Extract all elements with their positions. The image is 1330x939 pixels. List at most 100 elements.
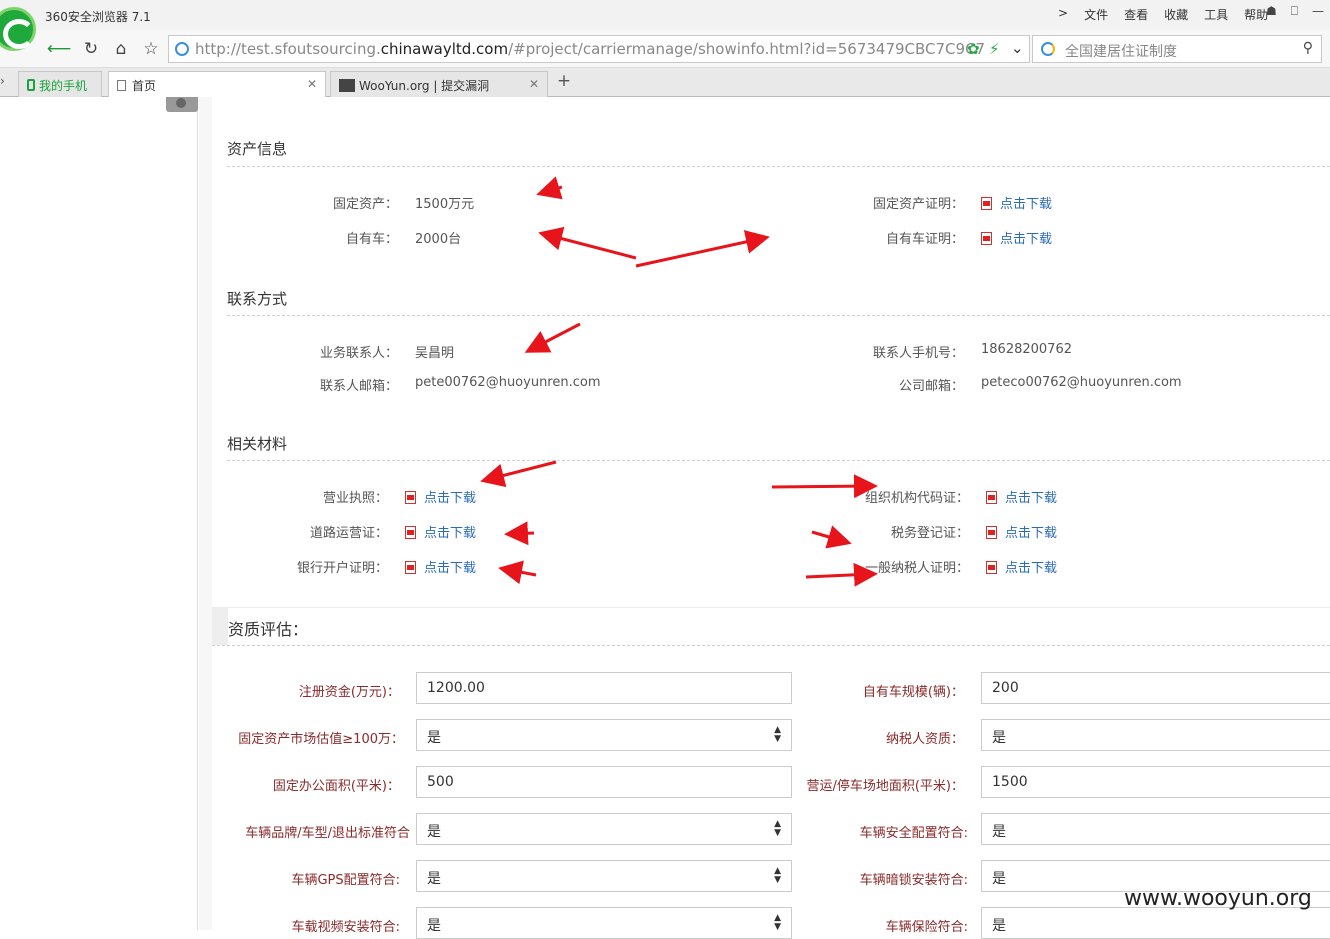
back-icon[interactable]: ⟵ xyxy=(46,36,72,62)
contact-person-label: 业务联系人： xyxy=(319,346,398,361)
taxpayer-proof-download[interactable]: 点击下载 xyxy=(986,557,1057,576)
left-sidebar xyxy=(0,97,198,930)
company-email-label: 公司邮箱： xyxy=(898,379,964,394)
office-area-label: 固定办公面积(平米)： xyxy=(272,779,400,794)
sidebar-gutter xyxy=(199,97,212,930)
watermark: www.wooyun.org xyxy=(1124,886,1312,911)
skin-icon[interactable]: ☗ xyxy=(1266,4,1277,19)
road-transport-download[interactable]: 点击下载 xyxy=(405,522,476,541)
own-vehicles-value: 2000台 xyxy=(415,232,462,247)
parking-area-input[interactable]: 1500 xyxy=(981,766,1330,798)
evaluation-header: 资质评估： xyxy=(212,607,1330,645)
org-code-label: 组织机构代码证： xyxy=(864,491,969,506)
pdf-icon xyxy=(405,491,416,504)
tab-home[interactable]: 首页 ✕ xyxy=(108,71,326,98)
tab-my-phone[interactable]: 我的手机 xyxy=(18,71,102,97)
taxpayer-qualification-label: 纳税人资质： xyxy=(885,732,964,747)
select-arrows-icon: ▲ ▼ xyxy=(774,725,781,744)
fixed-assets-market-select[interactable]: 是 ▲ ▼ xyxy=(416,719,792,751)
tab-scroll-icon[interactable]: › xyxy=(0,74,5,88)
menu-item-view[interactable]: 查看 xyxy=(1124,6,1148,23)
menu-item-file[interactable]: 文件 xyxy=(1084,6,1108,23)
vehicle-brand-select[interactable]: 是 ▲ ▼ xyxy=(416,813,792,845)
pdf-icon xyxy=(405,526,416,539)
business-license-label: 营业执照： xyxy=(322,491,388,506)
speed-mode-icon[interactable]: ⚡ xyxy=(989,40,1000,58)
tab-bar: › 我的手机 首页 ✕ WooYun.org | 提交漏洞 ✕ + xyxy=(0,68,1330,98)
taxpayer-proof-label: 一般纳税人证明： xyxy=(864,561,969,576)
fleet-size-label: 自有车规模(辆)： xyxy=(862,685,964,700)
vehicle-gps-label: 车辆GPS配置符合: xyxy=(291,873,400,888)
vehicle-safety-label: 车辆安全配置符合: xyxy=(859,826,968,841)
divider xyxy=(227,460,1330,461)
minimize-icon[interactable]: — xyxy=(1312,4,1324,19)
divider xyxy=(227,315,1330,316)
vehicle-gps-select[interactable]: 是 ▲ ▼ xyxy=(416,860,792,892)
page-icon xyxy=(117,80,126,91)
menu-item-favorites[interactable]: 收藏 xyxy=(1164,6,1188,23)
reload-icon[interactable]: ↻ xyxy=(78,36,104,62)
company-email-value: peteco00762@huoyunren.com xyxy=(981,375,1182,390)
new-tab-icon[interactable]: + xyxy=(552,71,576,97)
app-title: 360安全浏览器 7.1 xyxy=(45,10,151,24)
menu-item-help[interactable]: 帮助 xyxy=(1244,6,1268,23)
tab-wooyun[interactable]: WooYun.org | 提交漏洞 ✕ xyxy=(330,71,548,97)
contact-phone-value: 18628200762 xyxy=(981,342,1072,357)
close-icon[interactable]: ✕ xyxy=(529,77,539,91)
org-code-download[interactable]: 点击下载 xyxy=(986,487,1057,506)
tax-registration-download[interactable]: 点击下载 xyxy=(986,522,1057,541)
home-icon[interactable]: ⌂ xyxy=(108,36,134,62)
materials-section-title: 相关材料 xyxy=(227,435,288,453)
menu-arrow-icon[interactable]: > xyxy=(1058,6,1068,23)
divider xyxy=(227,166,1330,167)
divider xyxy=(212,645,1330,646)
title-bar: 360安全浏览器 7.1 > 文件 查看 收藏 工具 帮助 ☗ ⎕ — xyxy=(0,0,1330,30)
assets-section-title: 资产信息 xyxy=(227,140,288,158)
vehicle-insurance-label: 车辆保险符合: xyxy=(885,920,968,935)
vehicle-insurance-select[interactable]: 是 xyxy=(981,907,1330,939)
contact-person-value: 吴昌明 xyxy=(415,346,455,361)
fixed-assets-value: 1500万元 xyxy=(415,197,475,212)
close-icon[interactable]: ✕ xyxy=(307,77,317,91)
fixed-assets-label: 固定资产： xyxy=(332,197,398,212)
registered-capital-label: 注册资金(万元)： xyxy=(298,685,400,700)
evaluation-title: 资质评估： xyxy=(228,620,309,639)
pdf-icon xyxy=(981,232,992,245)
fleet-size-input[interactable]: 200 xyxy=(981,672,1330,704)
contact-section-title: 联系方式 xyxy=(227,290,288,308)
chevron-down-icon[interactable]: ⌄ xyxy=(1011,39,1024,57)
vehicle-video-label: 车载视频安装符合: xyxy=(291,920,400,935)
vehicle-brand-label: 车辆品牌/车型/退出标准符合 xyxy=(245,826,410,841)
own-vehicles-proof-download[interactable]: 点击下载 xyxy=(981,228,1052,247)
header-accent xyxy=(212,608,228,645)
security-icon[interactable]: ✿ xyxy=(967,40,980,58)
search-engine-icon[interactable] xyxy=(1041,42,1055,56)
collapse-handle-icon[interactable] xyxy=(166,97,198,112)
pdf-icon xyxy=(981,197,992,210)
office-area-input[interactable]: 500 xyxy=(416,766,792,798)
parking-area-label: 营运/停车场地面积(平米)： xyxy=(806,779,964,794)
vehicle-safety-select[interactable]: 是 xyxy=(981,813,1330,845)
fixed-assets-proof-download[interactable]: 点击下载 xyxy=(981,193,1052,212)
search-icon[interactable]: ⚲ xyxy=(1303,40,1313,56)
select-arrows-icon: ▲ ▼ xyxy=(774,819,781,838)
restore-icon[interactable]: ⎕ xyxy=(1291,4,1298,19)
business-license-download[interactable]: 点击下载 xyxy=(405,487,476,506)
pdf-icon xyxy=(986,491,997,504)
bank-account-download[interactable]: 点击下载 xyxy=(405,557,476,576)
url-text[interactable]: http://test.sfoutsourcing.chinawayltd.co… xyxy=(195,40,985,58)
tax-registration-label: 税务登记证： xyxy=(890,526,969,541)
menu-bar: > 文件 查看 收藏 工具 帮助 xyxy=(1058,6,1284,23)
registered-capital-input[interactable]: 1200.00 xyxy=(416,672,792,704)
wooyun-icon xyxy=(339,79,355,92)
address-bar[interactable]: http://test.sfoutsourcing.chinawayltd.co… xyxy=(168,35,1030,63)
search-box[interactable]: 全国建居住证制度 ⚲ xyxy=(1032,35,1322,63)
vehicle-lock-label: 车辆暗锁安装符合: xyxy=(859,873,968,888)
vehicle-video-select[interactable]: 是 ▲ ▼ xyxy=(416,907,792,939)
favorite-star-icon[interactable]: ☆ xyxy=(138,36,164,62)
search-input[interactable]: 全国建居住证制度 xyxy=(1065,41,1177,61)
select-arrows-icon: ▲ ▼ xyxy=(774,913,781,932)
pdf-icon xyxy=(986,561,997,574)
taxpayer-qualification-select[interactable]: 是 xyxy=(981,719,1330,751)
menu-item-tools[interactable]: 工具 xyxy=(1204,6,1228,23)
